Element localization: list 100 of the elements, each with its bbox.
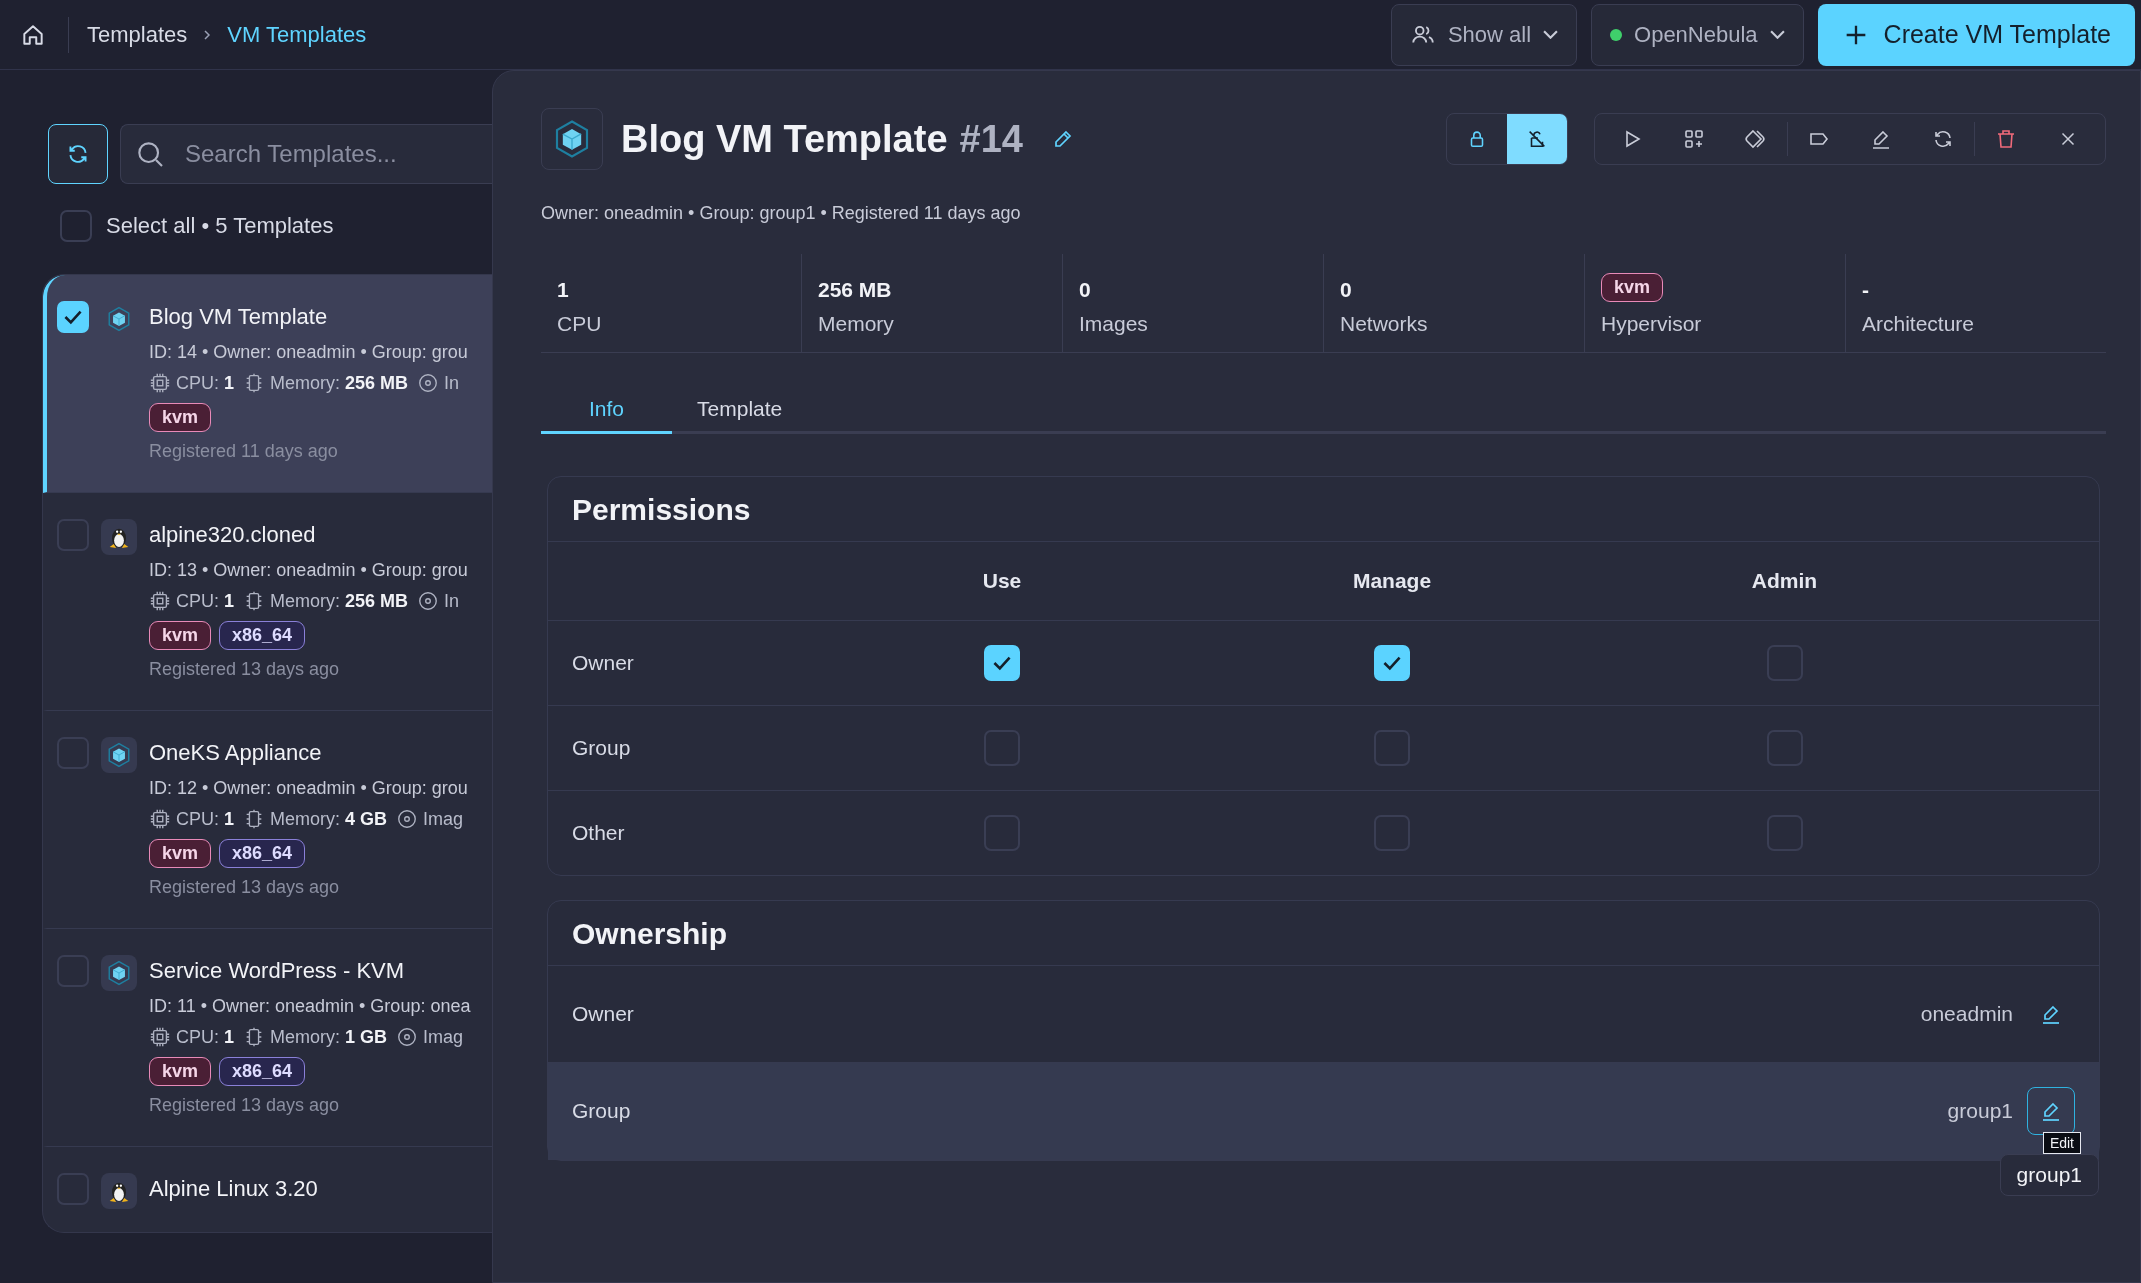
template-card[interactable]: Service WordPress - KVM ID: 11 • Owner: oneadmin • Group: onea CPU: 1 Memory: 1 GB Imag kvm x86_64 Registered 13 days ago bbox=[43, 929, 492, 1147]
checkbox[interactable] bbox=[57, 955, 89, 987]
checkbox[interactable] bbox=[60, 210, 92, 242]
stat-label: Memory bbox=[818, 312, 895, 336]
row-label: Owner bbox=[572, 651, 635, 675]
checkbox[interactable] bbox=[1766, 815, 1803, 851]
template-meta: Owner: oneadmin • Group: group1 • Registered 11 days ago bbox=[541, 203, 1022, 224]
images-spec: In bbox=[444, 372, 460, 394]
select-all-label: Select all • 5 Templates bbox=[106, 213, 334, 239]
template-name: Blog VM Template bbox=[149, 303, 329, 331]
template-meta: ID: 11 • Owner: oneadmin • Group: onea bbox=[149, 996, 471, 1017]
checkbox[interactable] bbox=[984, 730, 1020, 766]
cpu-icon bbox=[149, 1026, 171, 1048]
search-field[interactable]: Search Templates... bbox=[120, 124, 492, 184]
tab[interactable]: Template bbox=[672, 389, 808, 434]
breadcrumb-link[interactable]: Templates bbox=[87, 21, 188, 48]
create-button[interactable]: Create VM Template bbox=[1817, 3, 2135, 66]
column-header: Admin bbox=[1750, 569, 1819, 593]
images-spec: Imag bbox=[423, 1026, 464, 1048]
checkbox[interactable] bbox=[1374, 815, 1410, 851]
breadcrumb-link[interactable]: VM Templates bbox=[227, 21, 367, 48]
checkbox[interactable] bbox=[1766, 645, 1803, 681]
grid-plus-icon bbox=[1682, 127, 1706, 151]
checkbox[interactable] bbox=[984, 815, 1020, 851]
column-header: Manage bbox=[1351, 569, 1433, 593]
diamonds-icon bbox=[1744, 127, 1768, 151]
checkbox[interactable] bbox=[57, 1173, 89, 1205]
cube-icon bbox=[106, 742, 132, 768]
registered-date: Registered 13 days ago bbox=[149, 877, 341, 898]
template-name: OneKS Appliance bbox=[149, 739, 323, 767]
checkbox[interactable] bbox=[1766, 730, 1803, 766]
column-header: Use bbox=[981, 569, 1023, 593]
template-meta: ID: 14 • Owner: oneadmin • Group: grou bbox=[149, 342, 468, 363]
template-id: #14 bbox=[959, 117, 1023, 161]
template-card[interactable]: Alpine Linux 3.20 bbox=[43, 1147, 492, 1232]
checkbox[interactable] bbox=[1374, 730, 1410, 766]
template-meta: ID: 12 • Owner: oneadmin • Group: grou bbox=[149, 778, 468, 799]
checkbox[interactable] bbox=[57, 519, 89, 551]
tag: kvm bbox=[1601, 273, 1664, 302]
chevron-down-icon bbox=[1769, 30, 1785, 39]
memory-spec: Memory: 1 GB bbox=[270, 1026, 388, 1048]
template-name: alpine320.cloned bbox=[149, 521, 317, 549]
tag: x86_64 bbox=[219, 1057, 306, 1086]
row-label: Group bbox=[572, 736, 632, 760]
tag: kvm bbox=[149, 621, 212, 650]
status-dot bbox=[1610, 28, 1623, 41]
unlock-button[interactable] bbox=[1507, 114, 1567, 164]
registered-date: Registered 13 days ago bbox=[149, 659, 341, 680]
cpu-spec: CPU: 1 bbox=[176, 1026, 235, 1048]
registered-date: Registered 11 days ago bbox=[149, 441, 339, 462]
template-card[interactable]: Blog VM Template ID: 14 • Owner: oneadmin • Group: grou CPU: 1 Memory: 256 MB In kvm Registered 11 days ago bbox=[43, 275, 492, 493]
cpu-icon bbox=[149, 372, 171, 394]
row-value: group1 bbox=[1947, 1099, 2013, 1123]
cpu-icon bbox=[149, 590, 171, 612]
lock-off-icon bbox=[1526, 128, 1548, 150]
template-card[interactable]: alpine320.cloned ID: 13 • Owner: oneadmin • Group: grou CPU: 1 Memory: 256 MB In kvm x86_64 Registered 13 days ago bbox=[43, 493, 492, 711]
refresh-button[interactable] bbox=[48, 124, 108, 184]
card-title: Ownership bbox=[548, 901, 2099, 966]
template-title: Blog VM Template bbox=[621, 117, 948, 161]
tag: kvm bbox=[149, 1057, 212, 1086]
images-spec: In bbox=[444, 590, 460, 612]
tag: kvm bbox=[149, 839, 212, 868]
template-name: Service WordPress - KVM bbox=[149, 957, 406, 985]
template-card[interactable]: OneKS Appliance ID: 12 • Owner: oneadmin • Group: grou CPU: 1 Memory: 4 GB Imag kvm x86_64 Registered 13 days ago bbox=[43, 711, 492, 929]
tag: kvm bbox=[149, 403, 212, 432]
stat-value: 256 MB bbox=[818, 278, 893, 302]
stat-label: Images bbox=[1079, 312, 1149, 336]
stat-value: 0 bbox=[1079, 278, 1092, 302]
cube-icon bbox=[106, 960, 132, 986]
disc-icon bbox=[396, 1026, 419, 1048]
tag: x86_64 bbox=[219, 621, 306, 650]
value-popover: group1 bbox=[1999, 1154, 2099, 1196]
disc-icon bbox=[417, 590, 440, 612]
tab[interactable]: Info bbox=[541, 389, 673, 434]
disc-icon bbox=[396, 808, 419, 830]
tooltip: Edit bbox=[2042, 1132, 2081, 1154]
cpu-icon bbox=[149, 808, 171, 830]
memory-spec: Memory: 256 MB bbox=[270, 590, 409, 612]
template-name: Alpine Linux 3.20 bbox=[149, 1175, 318, 1203]
images-spec: Imag bbox=[423, 808, 464, 830]
row-label: Other bbox=[572, 821, 626, 845]
stat-value: - bbox=[1862, 278, 1870, 302]
tag: x86_64 bbox=[219, 839, 306, 868]
row-value: oneadmin bbox=[1920, 1002, 2013, 1026]
cpu-spec: CPU: 1 bbox=[176, 590, 235, 612]
cpu-spec: CPU: 1 bbox=[176, 372, 235, 394]
cube-icon bbox=[541, 108, 603, 170]
filter-dropdown[interactable]: Show all bbox=[1390, 3, 1578, 66]
stat-label: Architecture bbox=[1862, 312, 1976, 336]
template-meta: ID: 13 • Owner: oneadmin • Group: grou bbox=[149, 560, 468, 581]
zone-dropdown[interactable]: OpenNebula bbox=[1591, 3, 1804, 66]
cpu-spec: CPU: 1 bbox=[176, 808, 235, 830]
row-label: Owner bbox=[572, 1002, 635, 1026]
checkbox[interactable] bbox=[57, 737, 89, 769]
card-title: Permissions bbox=[548, 477, 2099, 542]
memory-spec: Memory: 256 MB bbox=[270, 372, 409, 394]
memory-spec: Memory: 4 GB bbox=[270, 808, 388, 830]
row-label: Group bbox=[572, 1099, 632, 1123]
cube-icon bbox=[106, 306, 132, 332]
stat-label: Hypervisor bbox=[1601, 312, 1703, 336]
